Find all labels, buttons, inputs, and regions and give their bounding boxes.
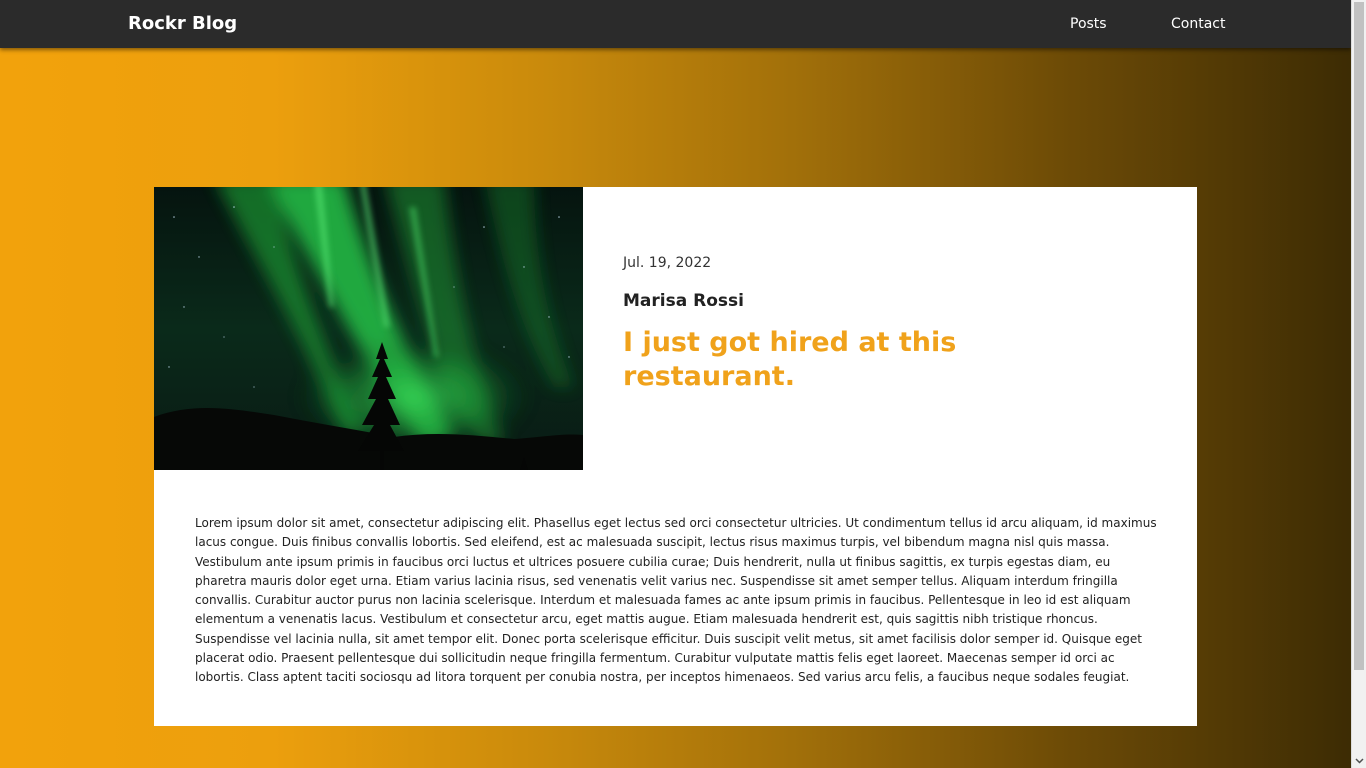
- vertical-scrollbar[interactable]: [1351, 0, 1366, 768]
- nav-link-posts[interactable]: Posts: [1070, 14, 1107, 34]
- nav-link-contact[interactable]: Contact: [1171, 14, 1225, 34]
- aurora-photo: [154, 187, 583, 470]
- chevron-down-icon[interactable]: [1352, 753, 1366, 768]
- post-title: I just got hired at this restaurant.: [623, 327, 957, 392]
- post-body: Lorem ipsum dolor sit amet, consectetur …: [195, 516, 1157, 685]
- brand-logo[interactable]: Rockr Blog: [128, 12, 237, 36]
- post-hero-image: [154, 187, 583, 470]
- post-author: Marisa Rossi: [623, 291, 744, 311]
- post-card: Jul. 19, 2022 Marisa Rossi I just got hi…: [154, 187, 1197, 726]
- top-navbar: Rockr Blog Posts Contact: [0, 0, 1351, 48]
- scrollbar-thumb[interactable]: [1354, 2, 1364, 670]
- post-date: Jul. 19, 2022: [623, 255, 712, 271]
